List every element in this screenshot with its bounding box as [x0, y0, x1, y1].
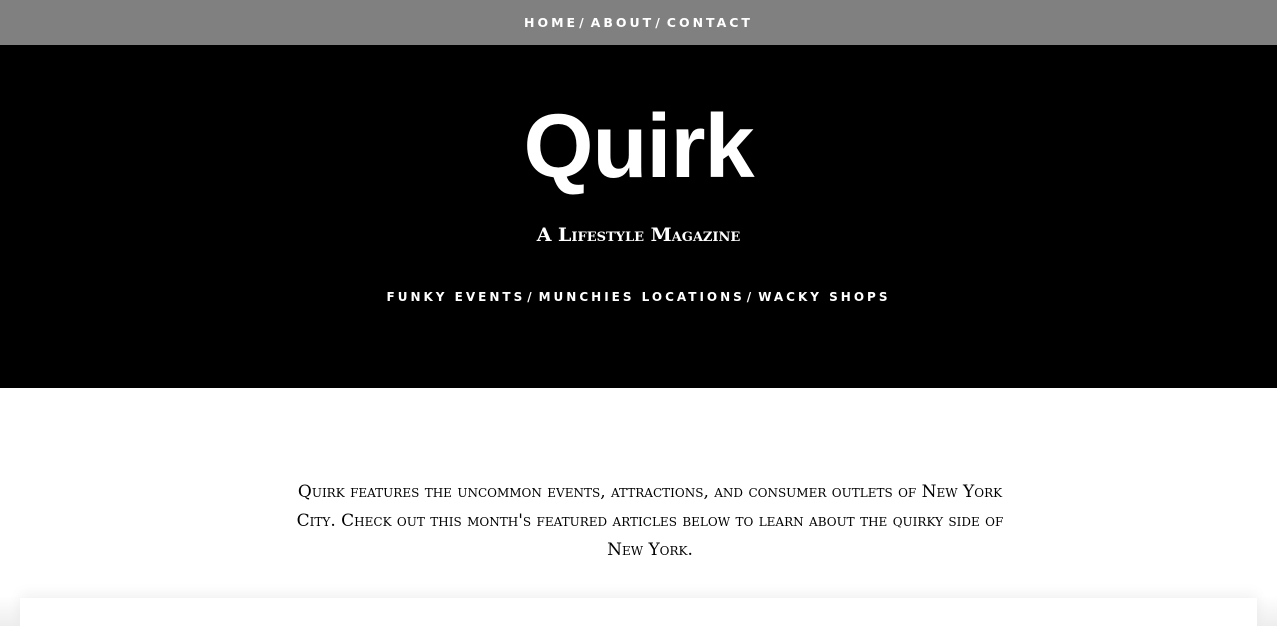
nav-link-about[interactable]: ABOUT: [591, 15, 655, 30]
top-nav-list: HOME / ABOUT / CONTACT: [524, 15, 753, 30]
nav-separator: /: [579, 15, 587, 30]
hero-header: Quirk A Lifestyle Magazine FUNKY EVENTS …: [0, 45, 1277, 388]
article-card-top: [20, 598, 1257, 626]
nav-link-home[interactable]: HOME: [524, 15, 578, 30]
nav-item-contact: CONTACT: [667, 15, 753, 30]
site-title: Quirk: [523, 97, 754, 197]
top-nav: HOME / ABOUT / CONTACT: [0, 0, 1277, 45]
section-separator: /: [746, 290, 755, 304]
section-link-munchies-locations[interactable]: MUNCHIES LOCATIONS: [539, 290, 745, 304]
section-separator: /: [527, 290, 535, 304]
section-link-funky-events[interactable]: FUNKY EVENTS: [387, 290, 526, 304]
nav-item-about: ABOUT: [591, 15, 655, 30]
site-subtitle: A Lifestyle Magazine: [536, 224, 741, 246]
section-nav: FUNKY EVENTS / MUNCHIES LOCATIONS / WACK…: [0, 290, 1277, 304]
intro-paragraph: Quirk features the uncommon events, attr…: [296, 482, 1004, 560]
nav-separator: /: [655, 15, 663, 30]
nav-item-home: HOME: [524, 15, 578, 30]
section-link-wacky-shops[interactable]: WACKY SHOPS: [758, 290, 890, 304]
nav-link-contact[interactable]: CONTACT: [667, 15, 753, 30]
